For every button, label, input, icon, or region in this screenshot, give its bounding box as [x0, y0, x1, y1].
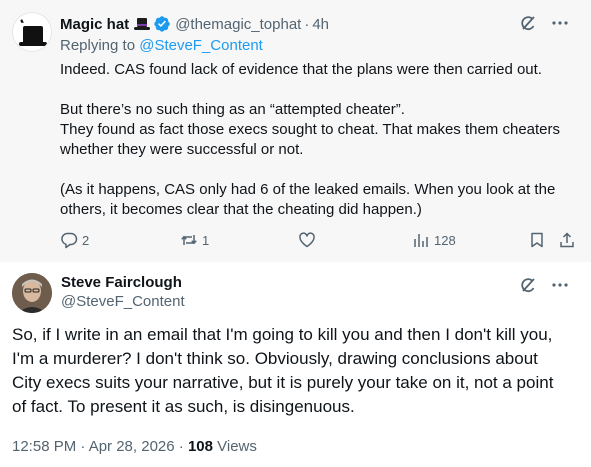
- like-button[interactable]: [298, 230, 320, 250]
- comment-icon: [61, 232, 78, 249]
- reply-header: Magic hat @themagic_tophat · 4h: [60, 14, 329, 34]
- tweet-line: So, if I write in an email that I'm goin…: [12, 325, 553, 344]
- replying-to-link[interactable]: @SteveF_Content: [139, 37, 263, 54]
- reply-line: others, it becomes clear that the cheati…: [60, 201, 422, 218]
- reply-line: They found as fact those execs sought to…: [60, 121, 561, 138]
- reply-action-bar: 2 1 128: [60, 230, 580, 250]
- reply-button[interactable]: 2: [60, 230, 89, 250]
- more-options-icon[interactable]: [551, 14, 569, 37]
- repost-icon: [181, 235, 197, 245]
- tweet-timestamp[interactable]: 12:58 PM · Apr 28, 2026 ·: [12, 438, 188, 455]
- reply-line: whether they were successful or not.: [60, 141, 304, 158]
- tweet-views-count: 108: [187, 438, 213, 455]
- reply-line: (As it happens, CAS only had 6 of the le…: [60, 181, 556, 198]
- tweet-line: City execs suits your narrative, but it …: [12, 373, 554, 392]
- reply-tweet: Magic hat @themagic_tophat · 4h Replying…: [0, 0, 591, 262]
- tweet-handle[interactable]: @SteveF_Content: [61, 293, 185, 310]
- verified-badge-icon: [153, 15, 171, 33]
- repost-count: 1: [202, 232, 210, 248]
- tweet-line: I'm a murderer? I don't think so. Obviou…: [12, 349, 538, 368]
- tweet-views-label: Views: [212, 438, 257, 455]
- magic-hat-avatar[interactable]: [12, 12, 52, 52]
- tweet-text: So, if I write in an email that I'm goin…: [12, 323, 582, 419]
- views-button[interactable]: 128: [412, 230, 456, 250]
- tweet-author-name[interactable]: Steve Fairclough: [61, 274, 182, 291]
- more-options-icon[interactable]: [551, 276, 569, 299]
- share-button[interactable]: [558, 230, 576, 250]
- reply-time[interactable]: 4h: [312, 16, 329, 33]
- replying-to-line: Replying to @SteveF_Content: [60, 37, 263, 54]
- main-tweet: Steve Fairclough @SteveF_Content So, if …: [0, 262, 591, 467]
- tweet-top-icons: [519, 276, 569, 299]
- grok-icon[interactable]: [519, 14, 537, 37]
- top-hat-icon: [13, 13, 51, 51]
- analytics-icon: [414, 234, 428, 247]
- steve-avatar[interactable]: [12, 273, 52, 313]
- replying-prefix: Replying to: [60, 37, 136, 54]
- bookmark-icon: [531, 232, 543, 248]
- heart-icon: [299, 232, 315, 248]
- tweet-meta: 12:58 PM · Apr 28, 2026 · 108 Views: [12, 438, 257, 455]
- reply-text: Indeed. CAS found lack of evidence that …: [60, 60, 580, 220]
- grok-icon[interactable]: [519, 276, 537, 299]
- separator-dot: ·: [304, 15, 310, 33]
- profile-photo-icon: [12, 273, 52, 313]
- reply-top-icons: [519, 14, 569, 37]
- share-icon: [560, 232, 574, 248]
- top-hat-emoji-icon: [133, 15, 151, 33]
- reply-count: 2: [82, 232, 90, 248]
- reply-handle[interactable]: @themagic_tophat: [175, 16, 301, 33]
- reply-line: But there’s no such thing as an “attempt…: [60, 101, 405, 118]
- bookmark-button[interactable]: [528, 230, 546, 250]
- reply-line: Indeed. CAS found lack of evidence that …: [60, 61, 542, 78]
- reply-author-name[interactable]: Magic hat: [60, 16, 129, 33]
- views-count: 128: [434, 232, 456, 248]
- tweet-line: of fact. To present it as such, is disin…: [12, 397, 355, 416]
- repost-button[interactable]: 1: [180, 230, 209, 250]
